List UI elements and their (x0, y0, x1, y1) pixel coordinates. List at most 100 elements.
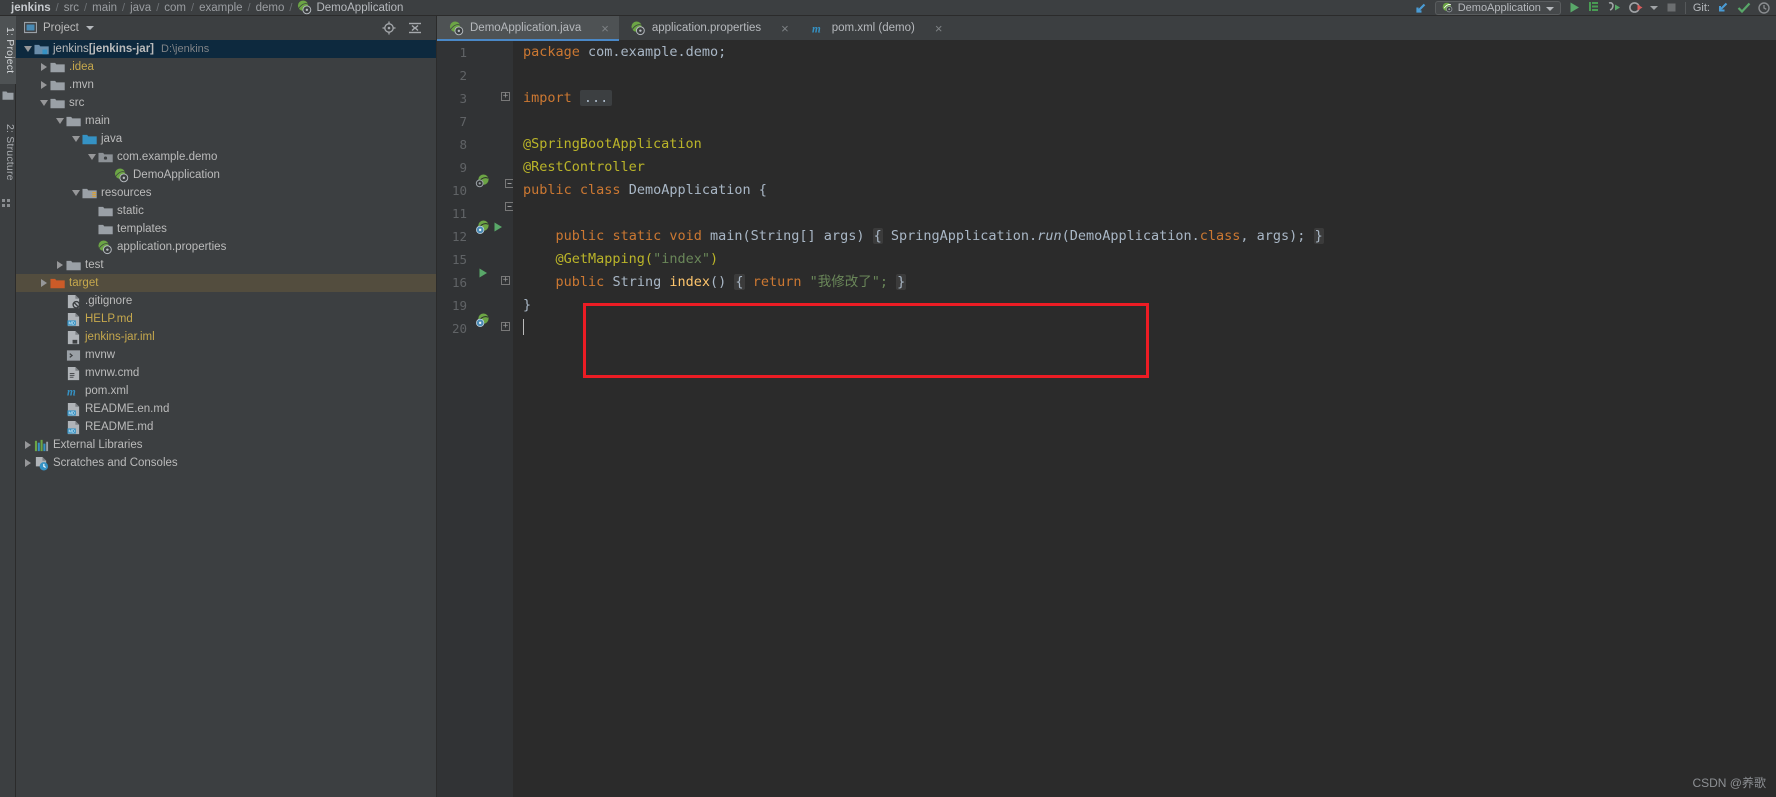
editor-tab-bar[interactable]: DemoApplication.java × application.propert… (437, 16, 1776, 41)
run-method-gutter-icon[interactable] (477, 267, 489, 279)
tree-item-resources[interactable]: resources (16, 184, 436, 202)
build-button[interactable] (1588, 1, 1601, 14)
tree-item-.idea[interactable]: .idea (16, 58, 436, 76)
project-tree[interactable]: jenkins [jenkins-jar] D:\jenkins .idea .mvn… (16, 39, 436, 797)
editor-tab-pom.xml--demo-[interactable]: m pom.xml (demo) × (799, 16, 953, 40)
spring-component-gutter-icon[interactable] (475, 220, 490, 235)
git-history-icon[interactable] (1758, 1, 1770, 14)
chevron-right-icon[interactable] (54, 256, 65, 274)
breadcrumb-item-jenkins[interactable]: jenkins (6, 0, 56, 16)
editor-body[interactable]: 1 2 3 7 8 9 10 11 12 15 16 19 20 + + + p… (437, 41, 1776, 797)
breadcrumb-item-com[interactable]: com (159, 0, 191, 16)
editor-tab-demoapplication.java[interactable]: DemoApplication.java × (437, 16, 619, 41)
tree-item-.gitignore[interactable]: .gitignore (16, 292, 436, 310)
sidebar-item-structure[interactable]: 2: Structure (0, 112, 16, 192)
back-arrow-icon[interactable] (1414, 1, 1428, 15)
tree-item-external-libraries[interactable]: External Libraries (16, 436, 436, 454)
run-configuration-selector[interactable]: DemoApplication (1434, 0, 1561, 17)
folder-icon (65, 257, 81, 273)
sidebar-item-project[interactable]: 1: Project (0, 16, 16, 84)
close-icon[interactable]: × (601, 22, 609, 35)
breadcrumb-file-label: DemoApplication (316, 1, 404, 14)
tree-item-com.example.demo[interactable]: com.example.demo (16, 148, 436, 166)
editor-tab-application.properties[interactable]: application.properties × (619, 16, 799, 40)
folder-icon (49, 59, 65, 75)
debug-button[interactable] (1608, 1, 1622, 14)
spring-mapping-gutter-icon[interactable] (475, 313, 490, 328)
tree-item-.mvn[interactable]: .mvn (16, 76, 436, 94)
chevron-down-icon[interactable] (85, 25, 94, 31)
chevron-right-icon[interactable] (38, 76, 49, 94)
fold-expand-import-icon[interactable]: + (501, 92, 510, 101)
git-update-icon[interactable] (1717, 1, 1730, 14)
close-icon[interactable]: × (781, 22, 789, 35)
collapse-all-icon[interactable] (408, 21, 422, 35)
run-button[interactable] (1568, 1, 1581, 14)
tree-item-mvnw[interactable]: mvnw (16, 346, 436, 364)
breadcrumb-item-java[interactable]: java (125, 0, 156, 16)
breadcrumb-item-example[interactable]: example (194, 0, 247, 16)
tree-item-jenkins-jar.iml[interactable]: jenkins-jar.iml (16, 328, 436, 346)
tree-item-application.properties[interactable]: application.properties (16, 238, 436, 256)
breadcrumb-item-demo[interactable]: demo (251, 0, 290, 16)
code-line: } (523, 294, 1776, 317)
chevron-down-icon[interactable] (38, 94, 49, 112)
chevron-right-icon[interactable] (38, 58, 49, 76)
stop-button[interactable] (1665, 1, 1678, 14)
code-line: public String index() { return "我修改了"; } (523, 271, 1776, 294)
chevron-down-icon[interactable] (22, 40, 33, 58)
chevron-right-icon[interactable] (38, 274, 49, 292)
breadcrumb-item-file[interactable]: DemoApplication (292, 0, 408, 16)
scroll-from-source-icon[interactable] (382, 21, 396, 35)
git-commit-icon[interactable] (1737, 1, 1751, 14)
structure-icon (2, 196, 14, 208)
spring-properties-icon (97, 239, 113, 255)
tree-item-readme.md[interactable]: MD README.md (16, 418, 436, 436)
tree-item-demoapplication[interactable]: DemoApplication (16, 166, 436, 184)
breadcrumb-item-src[interactable]: src (59, 0, 84, 16)
chevron-down-icon[interactable] (86, 148, 97, 166)
chevron-down-icon[interactable] (54, 112, 65, 130)
chevron-down-icon[interactable] (1545, 0, 1554, 17)
line-number: 1 (459, 45, 467, 60)
chevron-right-icon[interactable] (22, 454, 33, 472)
line-number: 7 (459, 114, 467, 129)
import-fold-placeholder[interactable]: ... (579, 90, 613, 106)
chevron-down-icon[interactable] (70, 130, 81, 148)
close-icon[interactable]: × (935, 22, 943, 35)
tree-item-static[interactable]: static (16, 202, 436, 220)
code-content[interactable]: package com.example.demo; import ... @Sp… (513, 41, 1776, 797)
tree-item-readme.en.md[interactable]: MD README.en.md (16, 400, 436, 418)
git-label: Git: (1692, 1, 1710, 14)
chevron-down-icon[interactable] (1649, 5, 1658, 11)
fold-expand-method-icon[interactable]: + (501, 276, 510, 285)
tree-item-scratches-and-consoles[interactable]: Scratches and Consoles (16, 454, 436, 472)
tree-item-mvnw.cmd[interactable]: mvnw.cmd (16, 364, 436, 382)
tree-item-main[interactable]: main (16, 112, 436, 130)
annotation-getmapping: @GetMapping (555, 251, 645, 267)
tree-item-target[interactable]: target (16, 274, 436, 292)
tree-item-src[interactable]: src (16, 94, 436, 112)
run-class-gutter-icon[interactable] (492, 221, 504, 233)
run-with-coverage-button[interactable] (1628, 1, 1643, 14)
tree-item-jenkins[interactable]: jenkins [jenkins-jar] D:\jenkins (16, 40, 436, 58)
folder-icon (97, 203, 113, 219)
editor-gutter[interactable]: 1 2 3 7 8 9 10 11 12 15 16 19 20 + + + (437, 41, 514, 797)
breadcrumb[interactable]: jenkins / src / main / java / com / example / demo / D… (0, 0, 408, 16)
spring-bean-gutter-icon[interactable] (475, 174, 490, 189)
tree-item-test[interactable]: test (16, 256, 436, 274)
breadcrumb-item-main[interactable]: main (87, 0, 122, 16)
paren-open: ( (644, 251, 654, 267)
tree-item-pom.xml[interactable]: m pom.xml (16, 382, 436, 400)
run-arguments-head: (DemoApplication. (1061, 228, 1200, 244)
gitignore-icon (65, 293, 81, 309)
tree-item-help.md[interactable]: MD HELP.md (16, 310, 436, 328)
tree-item-templates[interactable]: templates (16, 220, 436, 238)
line-number: 10 (451, 183, 467, 198)
tree-item-java[interactable]: java (16, 130, 436, 148)
text-caret (523, 319, 524, 335)
chevron-right-icon[interactable] (22, 436, 33, 454)
chevron-down-icon[interactable] (70, 184, 81, 202)
svg-text:MD: MD (68, 410, 74, 415)
fold-expand-index-icon[interactable]: + (501, 322, 510, 331)
